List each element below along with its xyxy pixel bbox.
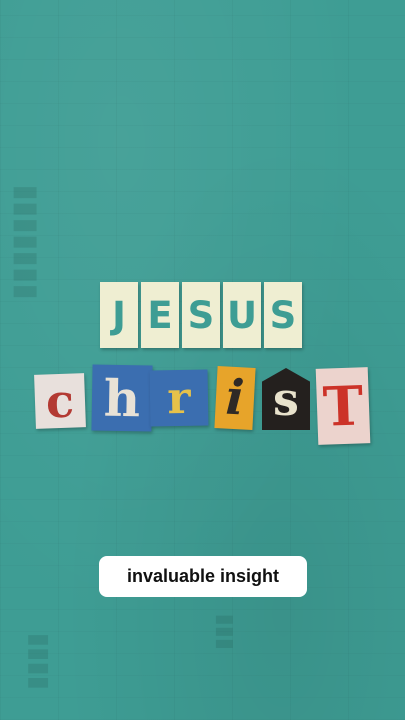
letter-tile: T <box>315 367 371 445</box>
letter-tile: h <box>91 364 153 432</box>
newspaper-texture-background <box>0 0 405 720</box>
letter-tile: E <box>141 282 179 348</box>
letter-tile: S <box>264 282 302 348</box>
faded-print-decoration: ▮▮▮ <box>210 613 236 650</box>
letter-tile: J <box>100 282 138 348</box>
caption-pill: invaluable insight <box>99 556 307 597</box>
letter-tile: s <box>262 368 310 430</box>
letter-tile: S <box>182 282 220 348</box>
letter-tile: U <box>223 282 261 348</box>
letter-tile: r <box>149 369 209 427</box>
title-line-jesus: J E S U S <box>0 282 405 348</box>
letter-tile: i <box>214 366 256 430</box>
faded-print-decoration: ▮▮▮▮ <box>22 632 52 690</box>
title-line-christ: c h r i s T <box>0 362 405 448</box>
letter-tile: c <box>34 373 86 429</box>
